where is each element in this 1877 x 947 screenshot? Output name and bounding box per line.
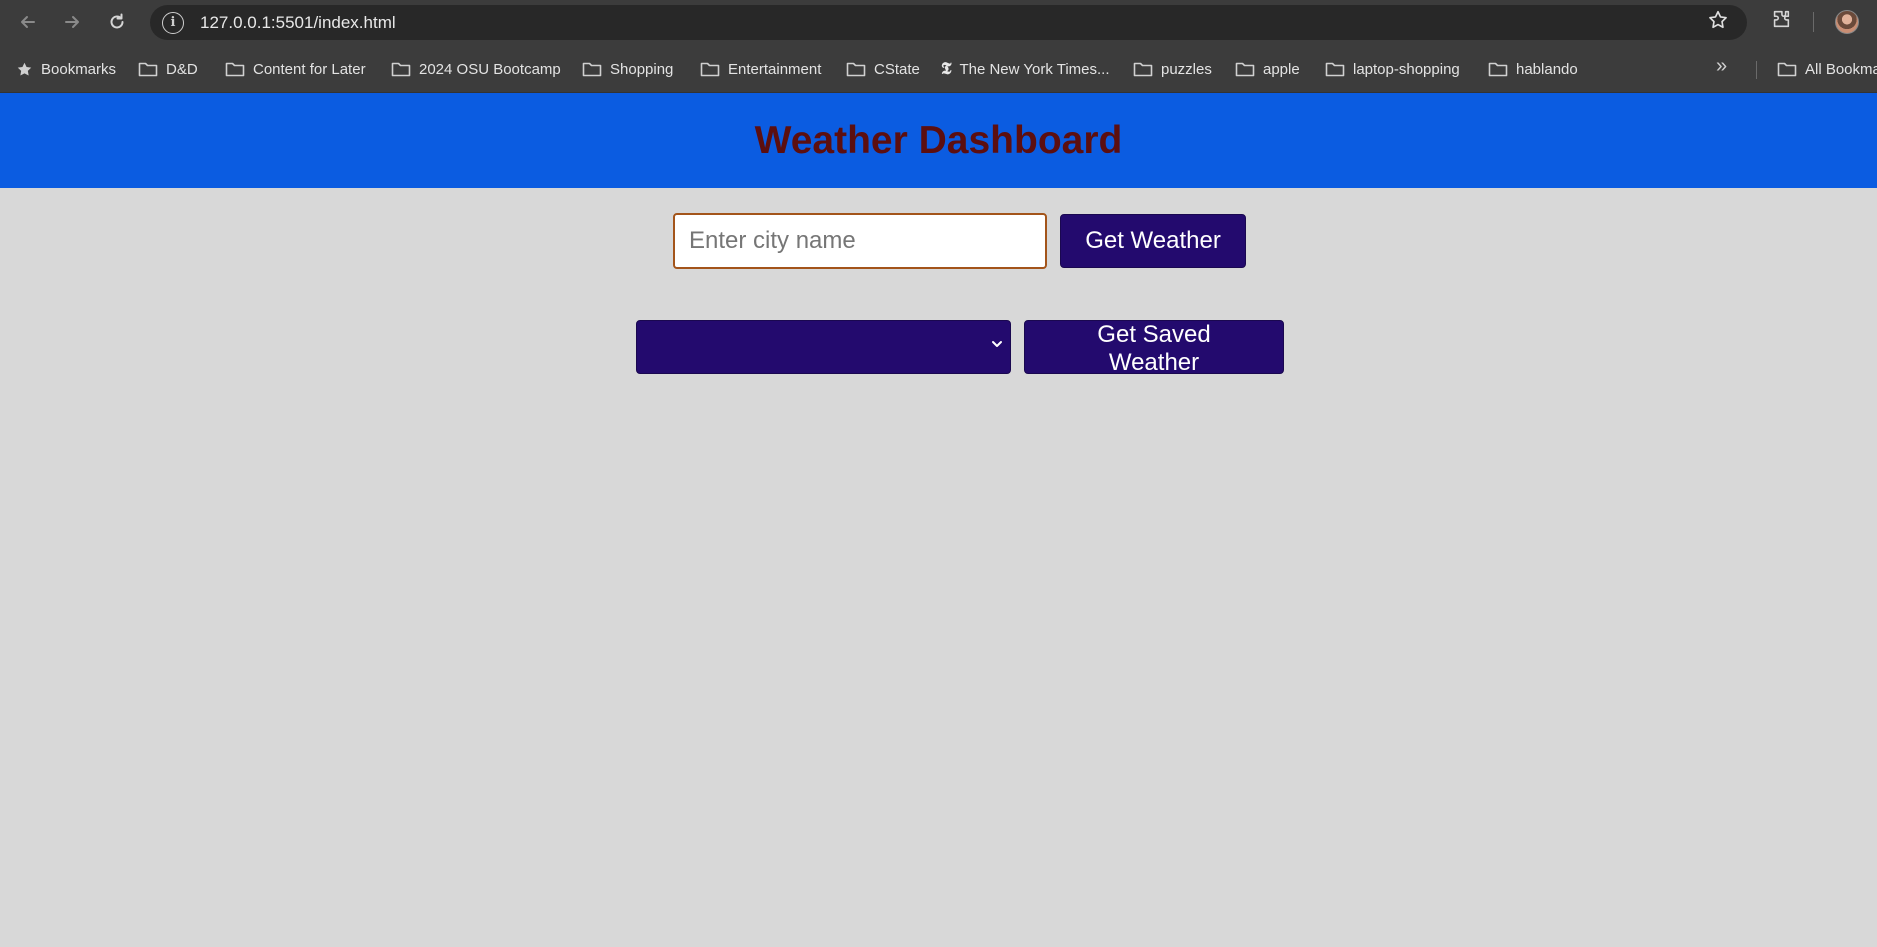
bookmark-label: hablando [1516,60,1578,78]
bookmarks-separator [1756,61,1757,79]
folder-icon [1133,61,1153,77]
toolbar-separator [1813,12,1814,32]
bookmark-label: The New York Times... [959,60,1110,78]
bookmark-label: Content for Later [253,60,366,78]
get-weather-button[interactable]: Get Weather [1060,214,1246,268]
folder-icon [846,61,866,77]
saved-cities-form: Get Saved Weather [636,320,1284,376]
bookmark-label: D&D [166,60,198,78]
bookmark-folder-shopping[interactable]: Shopping [582,45,673,93]
bookmark-label: All Bookma [1805,60,1877,78]
bookmark-label: Bookmarks [41,60,117,78]
profile-avatar[interactable] [1835,10,1859,34]
bookmark-bookmarks[interactable]: Bookmarks [16,45,116,93]
bookmark-folder-cstate[interactable]: CState [846,45,920,93]
forward-arrow-icon[interactable] [50,0,94,44]
search-form: Get Weather [673,213,1246,269]
bookmark-folder-content-for-later[interactable]: Content for Later [225,45,366,93]
bookmark-folder-apple[interactable]: apple [1235,45,1300,93]
page-title: Weather Dashboard [754,118,1123,162]
get-saved-weather-button[interactable]: Get Saved Weather [1024,320,1284,376]
bookmarks-bar: Bookmarks D&D Content for Later 2024 OSU… [0,45,1877,93]
site-info-icon[interactable]: i [162,11,184,34]
folder-icon [138,61,158,77]
star-icon[interactable] [1707,9,1729,37]
bookmark-label: Entertainment [728,60,822,78]
folder-icon [1235,61,1255,77]
address-bar[interactable]: i 127.0.0.1:5501/index.html [150,5,1747,40]
url-text[interactable]: 127.0.0.1:5501/index.html [200,13,396,33]
star-icon [16,61,33,78]
bookmark-label: laptop-shopping [1353,60,1460,78]
bookmark-nyt[interactable]: 𝕿 The New York Times... [941,45,1110,93]
chevron-down-icon [992,341,1002,347]
bookmark-label: 2024 OSU Bootcamp [419,60,561,78]
bookmark-label: apple [1263,60,1300,78]
saved-cities-select[interactable] [636,320,1011,374]
bookmark-folder-laptop-shopping[interactable]: laptop-shopping [1325,45,1460,93]
bookmark-folder-entertainment[interactable]: Entertainment [700,45,821,93]
folder-icon [1488,61,1508,77]
folder-icon [582,61,602,77]
folder-icon [225,61,245,77]
folder-icon [391,61,411,77]
browser-toolbar: i 127.0.0.1:5501/index.html [0,0,1877,45]
extensions-icon[interactable] [1770,8,1792,30]
bookmark-folder-dnd[interactable]: D&D [138,45,198,93]
folder-icon [1325,61,1345,77]
bookmark-label: CState [874,60,920,78]
reload-icon[interactable] [95,0,139,44]
city-search-input[interactable] [673,213,1047,269]
chevron-double-right-icon[interactable]: » [1716,55,1727,78]
back-arrow-icon[interactable] [6,0,50,44]
page-header: Weather Dashboard [0,93,1877,188]
folder-icon [1777,61,1797,77]
folder-icon [700,61,720,77]
bookmark-label: puzzles [1161,60,1212,78]
bookmark-label: Shopping [610,60,674,78]
bookmark-folder-osu-bootcamp[interactable]: 2024 OSU Bootcamp [391,45,561,93]
bookmark-all-bookmarks[interactable]: All Bookma [1777,45,1877,93]
bookmark-folder-puzzles[interactable]: puzzles [1133,45,1212,93]
nyt-icon: 𝕿 [941,59,952,79]
bookmark-folder-hablando[interactable]: hablando [1488,45,1578,93]
